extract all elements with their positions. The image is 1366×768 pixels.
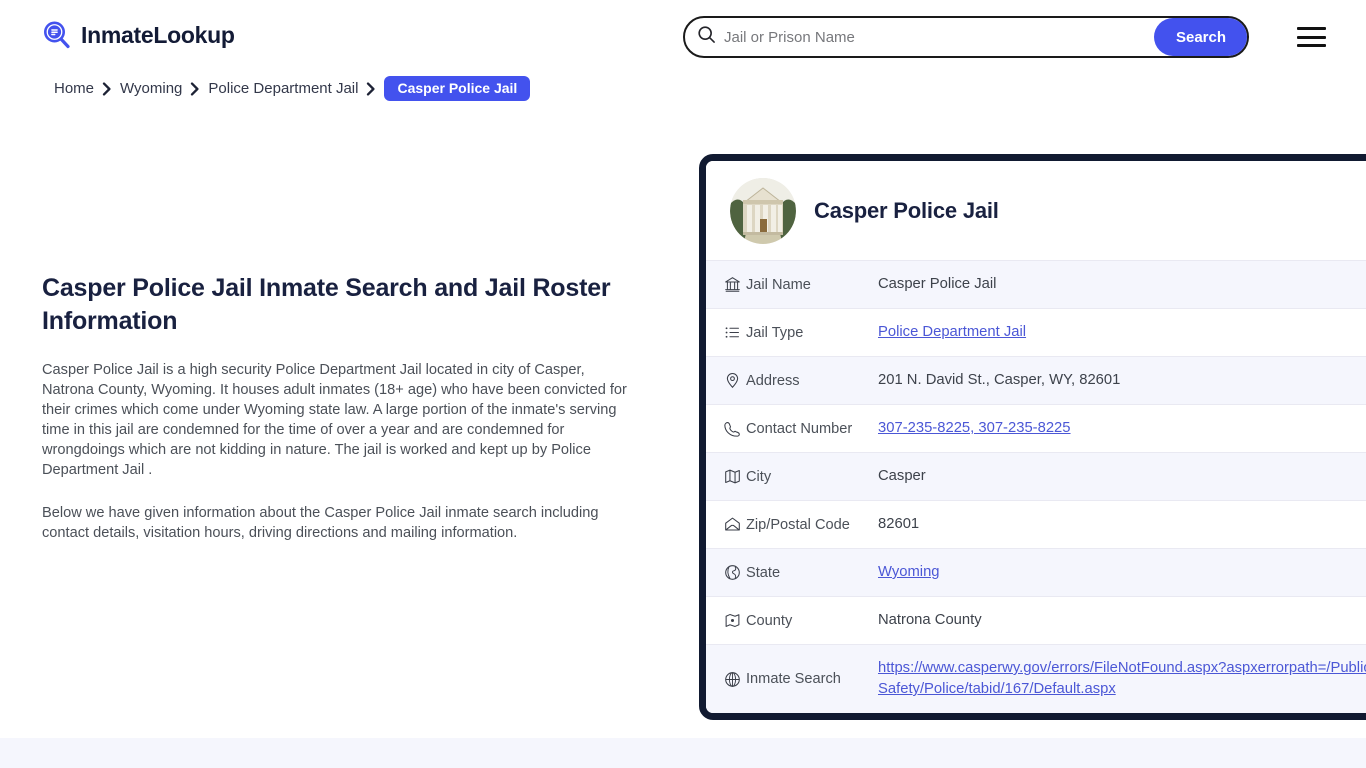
bank-icon bbox=[706, 261, 746, 309]
map-pin-icon bbox=[706, 357, 746, 405]
hamburger-bar bbox=[1297, 35, 1326, 39]
hamburger-bar bbox=[1297, 44, 1326, 47]
table-row: State Wyoming bbox=[706, 548, 1366, 597]
row-value-link[interactable]: https://www.casperwy.gov/errors/FileNotF… bbox=[878, 660, 1366, 697]
search-icon bbox=[697, 25, 716, 49]
web-icon bbox=[706, 645, 746, 714]
table-row: Jail Type Police Department Jail bbox=[706, 308, 1366, 357]
globe-icon bbox=[706, 549, 746, 597]
card-header: Casper Police Jail bbox=[706, 161, 1366, 260]
brand-logo[interactable]: InmateLookup bbox=[42, 20, 235, 50]
hamburger-bar bbox=[1297, 27, 1326, 30]
chevron-right-icon bbox=[190, 81, 200, 96]
brand-name: InmateLookup bbox=[81, 22, 235, 48]
row-label: State bbox=[746, 564, 781, 581]
page-root: InmateLookup Search Home Wyoming bbox=[0, 0, 1366, 768]
row-label: City bbox=[746, 468, 772, 485]
main-content: Casper Police Jail Inmate Search and Jai… bbox=[42, 272, 636, 543]
row-label: County bbox=[746, 612, 793, 629]
row-label: Jail Name bbox=[746, 276, 811, 293]
hamburger-menu-icon[interactable] bbox=[1297, 25, 1327, 49]
card-title: Casper Police Jail bbox=[814, 198, 999, 223]
row-label: Address bbox=[746, 372, 800, 389]
chevron-right-icon bbox=[102, 81, 112, 96]
table-row: Address 201 N. David St., Casper, WY, 82… bbox=[706, 356, 1366, 405]
jail-info-table: Jail Name Casper Police Jail Jail Type P… bbox=[706, 260, 1366, 713]
breadcrumb-item-wyoming[interactable]: Wyoming bbox=[120, 80, 182, 97]
row-label: Zip/Postal Code bbox=[746, 516, 850, 533]
row-value: Casper Police Jail bbox=[878, 276, 997, 292]
table-row: County Natrona County bbox=[706, 596, 1366, 645]
breadcrumb-item-police-department-jail[interactable]: Police Department Jail bbox=[208, 80, 358, 97]
row-value-link[interactable]: Wyoming bbox=[878, 564, 940, 580]
breadcrumb: Home Wyoming Police Department Jail Casp… bbox=[54, 76, 531, 101]
search-bar[interactable]: Search bbox=[683, 16, 1249, 58]
row-value: Casper bbox=[878, 468, 926, 484]
row-label: Inmate Search bbox=[746, 671, 841, 687]
search-input[interactable] bbox=[724, 18, 1154, 56]
envelope-icon bbox=[706, 501, 746, 549]
jail-info-card: Casper Police Jail Jail Name Casper Poli… bbox=[699, 154, 1366, 720]
row-label: Jail Type bbox=[746, 324, 804, 341]
chevron-right-icon bbox=[366, 81, 376, 96]
row-label: Contact Number bbox=[746, 420, 853, 437]
region-icon bbox=[706, 597, 746, 645]
breadcrumb-item-home[interactable]: Home bbox=[54, 80, 94, 97]
row-value-link[interactable]: Police Department Jail bbox=[878, 324, 1026, 340]
map-icon bbox=[706, 453, 746, 501]
table-row: Zip/Postal Code 82601 bbox=[706, 500, 1366, 549]
table-row: Inmate Search https://www.casperwy.gov/e… bbox=[706, 644, 1366, 714]
list-icon bbox=[706, 309, 746, 357]
description-paragraph-1: Casper Police Jail is a high security Po… bbox=[42, 362, 627, 478]
row-value: 201 N. David St., Casper, WY, 82601 bbox=[878, 372, 1121, 388]
row-value: 82601 bbox=[878, 516, 920, 532]
footer-strip bbox=[0, 738, 1366, 768]
phone-icon bbox=[706, 405, 746, 453]
page-title: Casper Police Jail Inmate Search and Jai… bbox=[42, 274, 611, 335]
search-button[interactable]: Search bbox=[1154, 18, 1247, 56]
breadcrumb-item-current: Casper Police Jail bbox=[384, 76, 531, 101]
site-header: InmateLookup Search bbox=[0, 0, 1366, 74]
table-row: Jail Name Casper Police Jail bbox=[706, 260, 1366, 309]
table-row: City Casper bbox=[706, 452, 1366, 501]
search-list-logo-icon bbox=[42, 20, 72, 50]
courthouse-building-photo bbox=[730, 178, 796, 244]
row-value-link[interactable]: 307-235-8225, 307-235-8225 bbox=[878, 420, 1071, 436]
table-row: Contact Number 307-235-8225, 307-235-822… bbox=[706, 404, 1366, 453]
description-paragraph-2: Below we have given information about th… bbox=[42, 505, 599, 541]
row-value: Natrona County bbox=[878, 612, 982, 628]
